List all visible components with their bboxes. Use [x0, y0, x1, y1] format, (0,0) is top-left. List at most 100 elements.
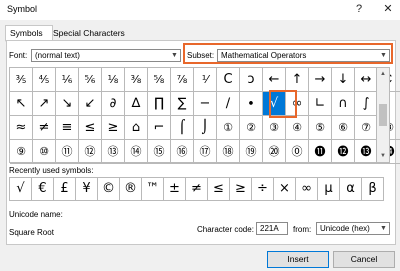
- recent-symbol-cell[interactable]: ≤: [208, 178, 230, 200]
- recent-symbol-cell[interactable]: €: [32, 178, 54, 200]
- symbol-cell[interactable]: ⅟: [194, 68, 217, 92]
- symbol-cell[interactable]: ⑰: [194, 140, 217, 164]
- symbol-cell[interactable]: ⑮: [148, 140, 171, 164]
- selected-symbol-highlight: [269, 90, 297, 118]
- symbol-cell[interactable]: ⓭: [355, 140, 378, 164]
- from-label: from:: [293, 225, 312, 234]
- recent-symbol-cell[interactable]: β: [362, 178, 384, 200]
- symbol-cell[interactable]: ↔: [355, 68, 378, 92]
- help-button[interactable]: ?: [352, 2, 366, 16]
- symbol-cell[interactable]: ②: [240, 116, 263, 140]
- symbol-cell[interactable]: ⑦: [355, 116, 378, 140]
- symbol-cell[interactable]: ⓫: [309, 140, 332, 164]
- symbol-cell[interactable]: ④: [286, 116, 309, 140]
- symbol-cell[interactable]: ≥: [102, 116, 125, 140]
- symbol-grid-scrollbar[interactable]: ▲ ▼: [377, 67, 390, 163]
- recent-symbol-cell[interactable]: £: [54, 178, 76, 200]
- symbol-cell[interactable]: ∩: [332, 92, 355, 116]
- symbol-cell[interactable]: ↄ: [240, 68, 263, 92]
- recent-symbol-cell[interactable]: µ: [318, 178, 340, 200]
- symbol-cell[interactable]: ↓: [332, 68, 355, 92]
- symbol-cell[interactable]: ⑩: [33, 140, 56, 164]
- symbol-cell[interactable]: ∫: [355, 92, 378, 116]
- character-code-value: 221A: [260, 224, 279, 233]
- symbol-cell[interactable]: ∕: [217, 92, 240, 116]
- font-select[interactable]: (normal text) ▼: [31, 49, 181, 62]
- symbol-cell[interactable]: ⑳: [263, 140, 286, 164]
- symbol-cell[interactable]: ≤: [79, 116, 102, 140]
- recent-symbol-cell[interactable]: α: [340, 178, 362, 200]
- symbol-cell[interactable]: ⌂: [125, 116, 148, 140]
- unicode-name-value: Square Root: [9, 228, 54, 237]
- symbol-cell[interactable]: ↙: [79, 92, 102, 116]
- font-select-value: (normal text): [35, 51, 80, 60]
- symbol-cell[interactable]: ≠: [33, 116, 56, 140]
- symbol-cell[interactable]: ⑯: [171, 140, 194, 164]
- scroll-up-icon[interactable]: ▲: [377, 68, 389, 80]
- symbol-cell[interactable]: ⅚: [79, 68, 102, 92]
- from-select[interactable]: Unicode (hex) ▼: [316, 222, 390, 235]
- symbol-cell[interactable]: ≈: [10, 116, 33, 140]
- insert-button[interactable]: Insert: [267, 251, 329, 268]
- symbol-cell[interactable]: ⑪: [56, 140, 79, 164]
- chevron-down-icon: ▼: [380, 52, 387, 59]
- symbol-cell[interactable]: ⑫: [79, 140, 102, 164]
- close-icon[interactable]: ✕: [381, 2, 395, 16]
- recent-symbol-cell[interactable]: ≠: [186, 178, 208, 200]
- symbol-cell[interactable]: ⅛: [102, 68, 125, 92]
- symbol-cell[interactable]: ⌠: [171, 116, 194, 140]
- symbol-cell[interactable]: ⑲: [240, 140, 263, 164]
- symbol-cell[interactable]: ⅙: [56, 68, 79, 92]
- symbol-cell[interactable]: ⑱: [217, 140, 240, 164]
- symbol-cell[interactable]: ⌐: [148, 116, 171, 140]
- symbol-cell[interactable]: ↗: [33, 92, 56, 116]
- symbol-cell[interactable]: ⅞: [171, 68, 194, 92]
- symbol-cell[interactable]: ①: [217, 116, 240, 140]
- recent-symbol-cell[interactable]: ∞: [296, 178, 318, 200]
- symbol-cell[interactable]: ⑬: [102, 140, 125, 164]
- symbol-cell[interactable]: ⅗: [10, 68, 33, 92]
- scroll-thumb[interactable]: [379, 104, 387, 126]
- recent-symbol-cell[interactable]: ±: [164, 178, 186, 200]
- symbol-cell[interactable]: ∏: [148, 92, 171, 116]
- character-code-input[interactable]: 221A: [256, 222, 288, 235]
- recent-symbol-cell[interactable]: ≥: [230, 178, 252, 200]
- symbol-cell[interactable]: ↖: [10, 92, 33, 116]
- symbol-cell[interactable]: ∂: [102, 92, 125, 116]
- symbol-cell[interactable]: ←: [263, 68, 286, 92]
- symbol-cell[interactable]: ⑤: [309, 116, 332, 140]
- cancel-button[interactable]: Cancel: [333, 251, 395, 268]
- scroll-down-icon[interactable]: ▼: [377, 150, 389, 162]
- recent-symbol-cell[interactable]: ™: [142, 178, 164, 200]
- symbol-cell[interactable]: ≡: [56, 116, 79, 140]
- recent-symbol-cell[interactable]: ¥: [76, 178, 98, 200]
- symbol-cell[interactable]: →: [309, 68, 332, 92]
- recent-symbol-cell[interactable]: √: [10, 178, 32, 200]
- symbol-cell[interactable]: ∟: [309, 92, 332, 116]
- symbol-cell[interactable]: ⌡: [194, 116, 217, 140]
- symbol-cell[interactable]: ⑨: [10, 140, 33, 164]
- subset-select[interactable]: Mathematical Operators ▼: [217, 49, 390, 62]
- symbol-cell[interactable]: ∙: [240, 92, 263, 116]
- symbol-cell[interactable]: ⑭: [125, 140, 148, 164]
- recent-symbol-cell[interactable]: ©: [98, 178, 120, 200]
- symbol-cell[interactable]: ⅝: [148, 68, 171, 92]
- symbol-cell[interactable]: ↘: [56, 92, 79, 116]
- symbol-cell[interactable]: ⓬: [332, 140, 355, 164]
- recent-symbol-cell[interactable]: ®: [120, 178, 142, 200]
- subset-label: Subset:: [187, 51, 215, 60]
- recent-symbol-cell[interactable]: ×: [274, 178, 296, 200]
- symbol-cell[interactable]: ⅘: [33, 68, 56, 92]
- symbol-cell[interactable]: ↑: [286, 68, 309, 92]
- symbol-cell[interactable]: ⅜: [125, 68, 148, 92]
- from-select-value: Unicode (hex): [320, 224, 370, 233]
- symbol-cell[interactable]: ⑥: [332, 116, 355, 140]
- symbol-cell[interactable]: Ⅽ: [217, 68, 240, 92]
- symbol-cell[interactable]: ∑: [171, 92, 194, 116]
- window-title: Symbol: [7, 4, 38, 14]
- symbol-cell[interactable]: −: [194, 92, 217, 116]
- symbol-cell[interactable]: ③: [263, 116, 286, 140]
- symbol-cell[interactable]: ⓪: [286, 140, 309, 164]
- recent-symbol-cell[interactable]: ÷: [252, 178, 274, 200]
- symbol-cell[interactable]: ∆: [125, 92, 148, 116]
